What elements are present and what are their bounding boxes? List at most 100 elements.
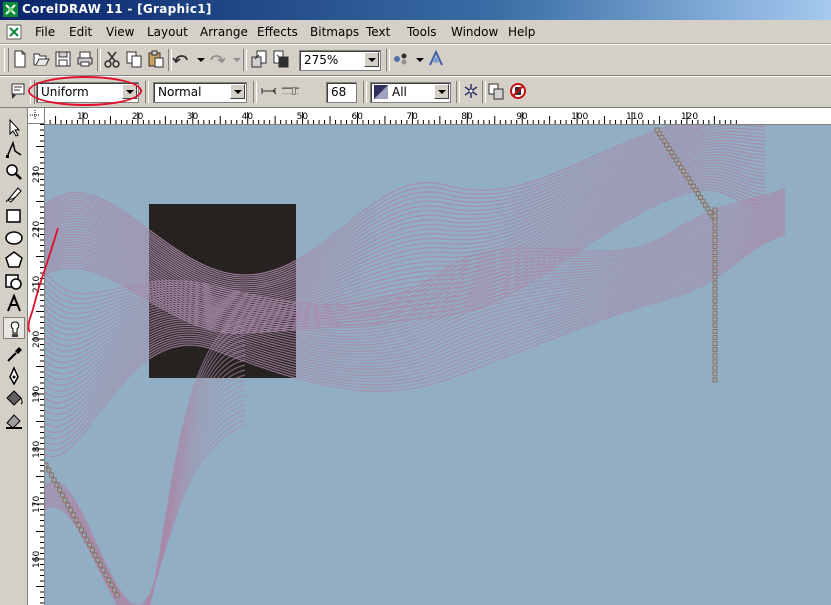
drawing-area[interactable] <box>45 125 831 605</box>
blend-contour-line[interactable] <box>45 384 246 605</box>
menu-help[interactable]: Help <box>508 25 535 39</box>
blend-node-handle[interactable] <box>712 231 718 237</box>
blend-contour-line[interactable] <box>45 344 246 605</box>
menu-text[interactable]: Text <box>366 25 390 39</box>
paste-icon[interactable] <box>146 49 166 69</box>
blend-node-handle[interactable] <box>712 304 718 310</box>
menu-bitmaps[interactable]: Bitmaps <box>310 25 359 39</box>
polygon-tool-icon[interactable] <box>3 249 25 271</box>
text-tool-icon[interactable] <box>3 293 25 315</box>
toolbar-grip[interactable] <box>30 80 35 104</box>
blend-contour-line[interactable] <box>45 374 246 605</box>
transparency-slider[interactable] <box>281 81 323 101</box>
blend-node-handle[interactable] <box>68 507 74 513</box>
merge-mode-combo[interactable]: Normal <box>153 82 247 103</box>
rectangle-tool-icon[interactable] <box>3 205 25 227</box>
zoom-level-combo[interactable]: 275% <box>299 50 381 71</box>
blend-node-handle[interactable] <box>87 542 93 548</box>
undo-dropdown-arrow[interactable] <box>191 49 205 69</box>
blend-node-handle[interactable] <box>73 517 79 523</box>
blend-contour-line[interactable] <box>45 379 246 605</box>
blend-node-handle[interactable] <box>712 250 718 255</box>
zoom-dropdown-button[interactable] <box>364 52 379 67</box>
cut-icon[interactable] <box>102 49 122 69</box>
copy-transparency-icon[interactable] <box>486 81 506 101</box>
blend-node-handle[interactable] <box>84 537 90 543</box>
blend-node-handle[interactable] <box>114 592 120 598</box>
blend-node-handle[interactable] <box>111 587 117 593</box>
menu-file[interactable]: File <box>35 25 55 39</box>
blend-node-handle[interactable] <box>98 562 104 568</box>
print-icon[interactable] <box>75 49 95 69</box>
undo-icon[interactable] <box>172 49 192 69</box>
blend-node-handle[interactable] <box>712 225 718 231</box>
menu-edit[interactable]: Edit <box>69 25 92 39</box>
shape-tool-icon[interactable] <box>3 139 25 161</box>
blend-node-handle[interactable] <box>51 477 57 483</box>
blend-node-handle[interactable] <box>62 497 68 503</box>
blend-node-handle[interactable] <box>712 341 718 347</box>
menu-arrange[interactable]: Arrange <box>200 25 248 39</box>
ellipse-tool-icon[interactable] <box>3 227 25 249</box>
blend-node-handle[interactable] <box>106 577 112 583</box>
property-bar-icon[interactable] <box>8 81 28 101</box>
interactive-fill-icon[interactable] <box>3 409 25 431</box>
blend-node-handle[interactable] <box>57 487 63 493</box>
blend-node-handle[interactable] <box>712 262 718 268</box>
blend-node-handle[interactable] <box>48 472 54 478</box>
launcher-dropdown-arrow[interactable] <box>410 49 424 69</box>
blend-node-handle[interactable] <box>712 316 718 322</box>
outline-tool-icon[interactable] <box>3 365 25 387</box>
blend-node-handle[interactable] <box>79 527 84 533</box>
blend-node-handle[interactable] <box>54 482 60 488</box>
corel-online-icon[interactable] <box>426 49 446 69</box>
blend-node-handle[interactable] <box>712 268 718 274</box>
drawing-canvas[interactable] <box>45 125 831 605</box>
blend-node-handle[interactable] <box>89 547 95 553</box>
fill-tool-icon[interactable] <box>3 387 25 409</box>
blend-node-handle[interactable] <box>59 492 65 498</box>
blend-node-handle[interactable] <box>100 567 106 573</box>
freehand-tool-icon[interactable] <box>3 183 25 205</box>
blend-node-handle[interactable] <box>712 256 718 262</box>
blend-node-handle[interactable] <box>45 462 49 468</box>
horizontal-ruler[interactable]: 10 20 30 40 50 60 70 80 90 100 110 120 <box>45 108 831 125</box>
blend-contour-line[interactable] <box>45 339 246 605</box>
transparency-value-field[interactable]: 68 <box>326 82 357 103</box>
new-document-icon[interactable] <box>10 49 30 69</box>
open-icon[interactable] <box>31 49 51 69</box>
blend-node-handle[interactable] <box>103 572 109 578</box>
import-icon[interactable] <box>249 49 269 69</box>
blend-node-handle[interactable] <box>712 280 718 286</box>
vertical-ruler[interactable]: 230 220 210 200 190 180 170 160 <box>28 124 45 605</box>
redo-dropdown-arrow[interactable] <box>227 49 241 69</box>
blend-node-handle[interactable] <box>65 502 71 508</box>
basic-shapes-icon[interactable] <box>3 271 25 293</box>
menu-tools[interactable]: Tools <box>407 25 437 39</box>
blend-node-handle[interactable] <box>712 292 718 298</box>
transparency-type-dropdown[interactable] <box>122 84 137 99</box>
menu-window[interactable]: Window <box>451 25 498 39</box>
blend-node-handle[interactable] <box>46 467 52 473</box>
transparency-target-dropdown[interactable] <box>434 84 449 99</box>
blend-node-handle[interactable] <box>712 213 718 219</box>
blend-contour-line[interactable] <box>45 354 246 605</box>
blend-node-handle[interactable] <box>712 328 718 334</box>
pick-tool-icon[interactable] <box>3 117 25 139</box>
blend-node-handle[interactable] <box>712 365 718 371</box>
blend-node-handle[interactable] <box>712 243 718 249</box>
blend-node-handle[interactable] <box>712 377 718 383</box>
application-launcher-icon[interactable] <box>391 49 411 69</box>
blend-node-handle[interactable] <box>712 322 718 328</box>
eyedropper-tool-icon[interactable] <box>3 343 25 365</box>
zoom-tool-icon[interactable] <box>3 161 25 183</box>
ruler-origin[interactable] <box>28 108 45 124</box>
blend-node-handle[interactable] <box>712 298 718 304</box>
export-icon[interactable] <box>271 49 291 69</box>
freeze-icon[interactable] <box>461 81 481 101</box>
blend-node-handle[interactable] <box>712 237 718 243</box>
blend-node-handle[interactable] <box>95 557 101 563</box>
menu-layout[interactable]: Layout <box>147 25 188 39</box>
blend-node-handle[interactable] <box>81 532 87 538</box>
interactive-transparency-tool-icon[interactable] <box>3 317 25 339</box>
